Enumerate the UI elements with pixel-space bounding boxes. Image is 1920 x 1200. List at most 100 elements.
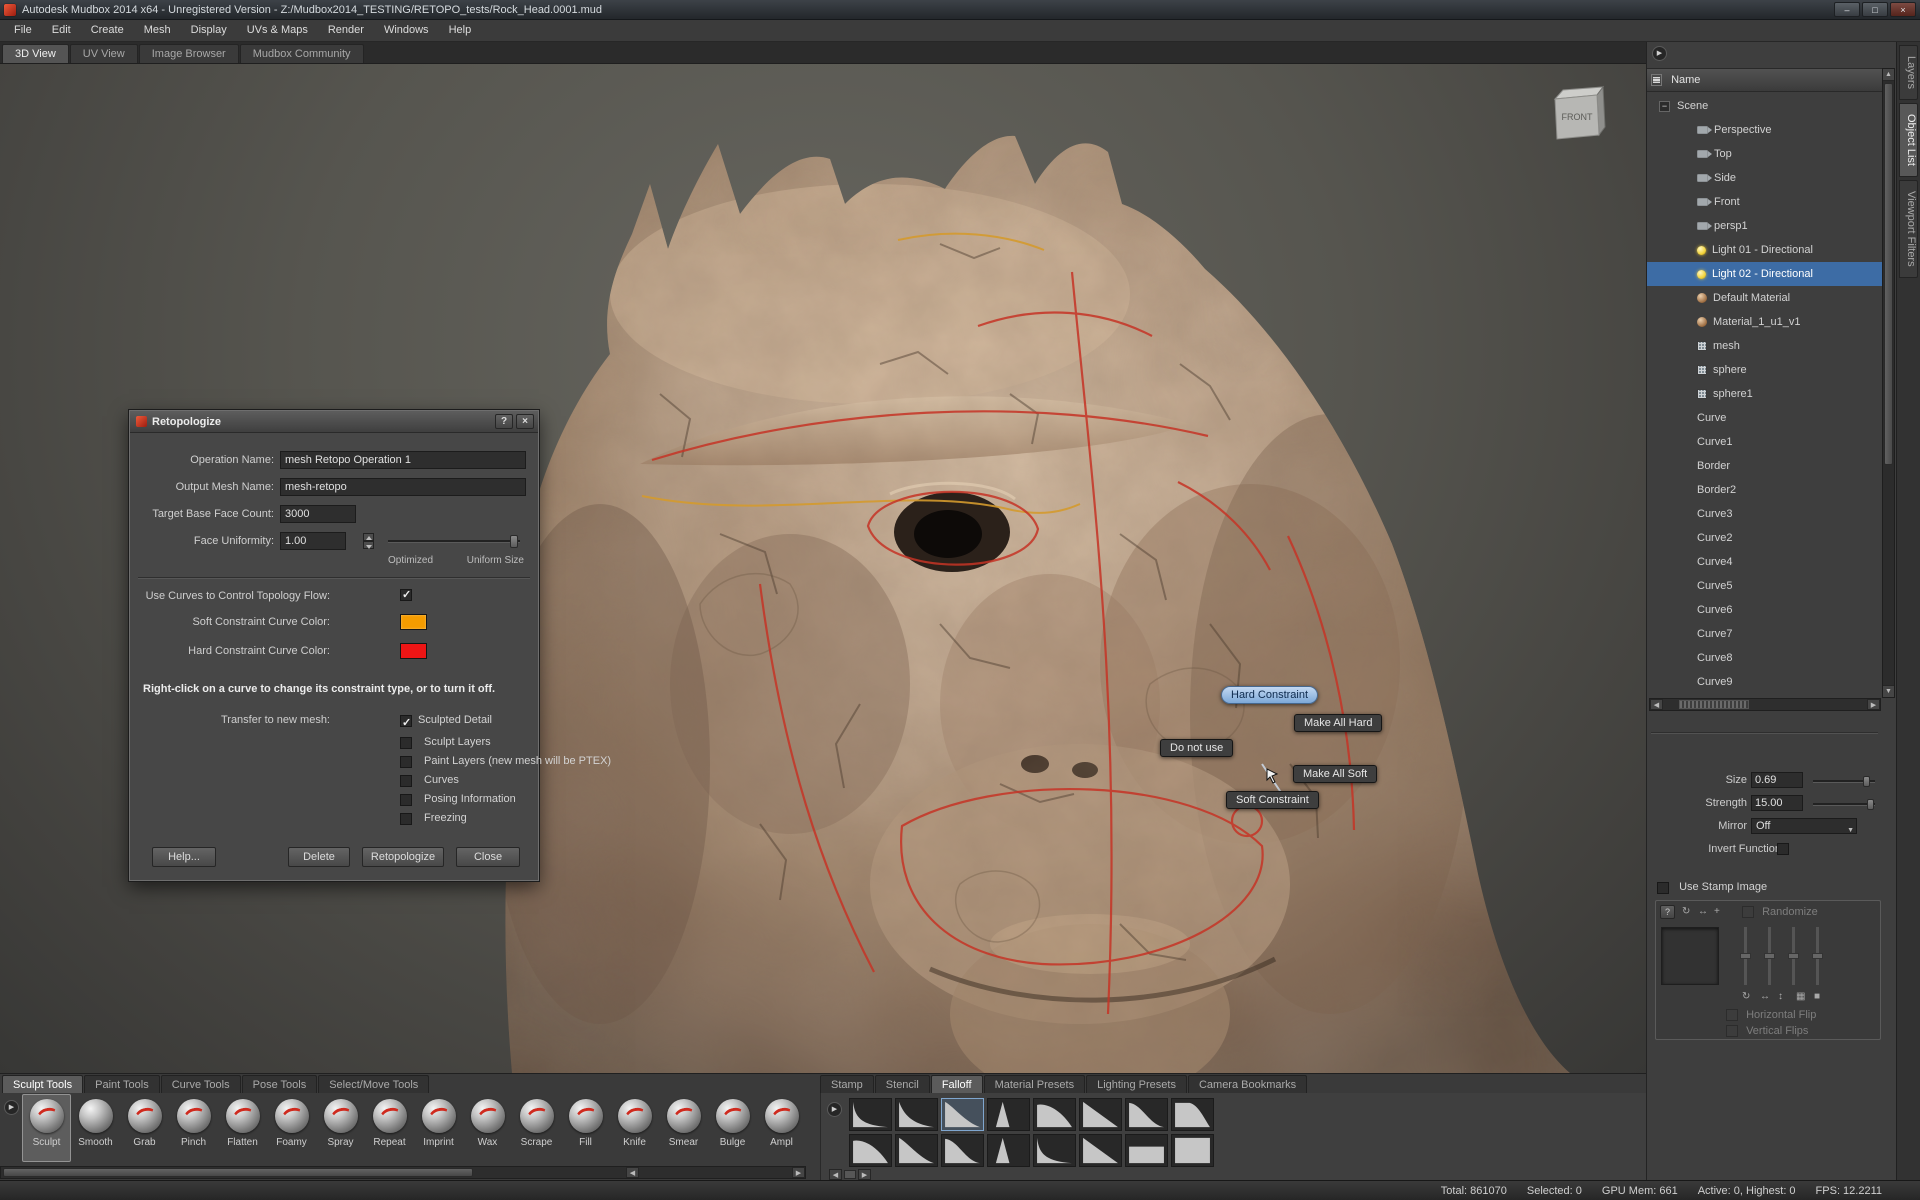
object-item-mesh[interactable]: mesh xyxy=(1647,334,1883,358)
tool-tab-pose-tools[interactable]: Pose Tools xyxy=(242,1075,318,1093)
preset-tab-camera-bookmarks[interactable]: Camera Bookmarks xyxy=(1188,1075,1307,1093)
horizontal-arrows-icon[interactable]: ↔ xyxy=(1698,906,1708,917)
target-face-count-field[interactable] xyxy=(280,505,356,523)
tool-wax[interactable]: Wax xyxy=(463,1094,512,1162)
object-item-sphere1[interactable]: sphere1 xyxy=(1647,382,1883,406)
falloff-preset-sharp-medium[interactable] xyxy=(895,1098,938,1131)
stamp-slider[interactable] xyxy=(1768,927,1771,985)
strength-field[interactable] xyxy=(1751,795,1803,811)
face-uniformity-stepper[interactable] xyxy=(363,533,374,549)
help-button[interactable]: Help... xyxy=(152,847,216,867)
slider-thumb[interactable] xyxy=(1788,953,1799,959)
preset-tab-stencil[interactable]: Stencil xyxy=(875,1075,930,1093)
slider-thumb[interactable] xyxy=(1863,776,1870,787)
preset-tab-stamp[interactable]: Stamp xyxy=(820,1075,874,1093)
object-item-curve8[interactable]: Curve8 xyxy=(1647,646,1883,670)
stamp-help-icon[interactable]: ? xyxy=(1660,905,1675,919)
tool-foamy[interactable]: Foamy xyxy=(267,1094,316,1162)
falloff-preset-sharp[interactable] xyxy=(849,1098,892,1131)
strength-slider[interactable] xyxy=(1813,803,1875,806)
menu-item-file[interactable]: File xyxy=(4,20,42,41)
move-icon[interactable]: + xyxy=(1714,906,1720,917)
panel-tab-object-list[interactable]: Object List xyxy=(1899,103,1918,177)
scroll-left-icon[interactable]: ◀ xyxy=(1650,699,1663,710)
tool-sculpt[interactable]: Sculpt xyxy=(22,1094,71,1162)
object-item-light-01-directional[interactable]: Light 01 - Directional xyxy=(1647,238,1883,262)
tool-smooth[interactable]: Smooth xyxy=(71,1094,120,1162)
preset-tab-lighting-presets[interactable]: Lighting Presets xyxy=(1086,1075,1187,1093)
falloff-preset-linear[interactable] xyxy=(1079,1134,1122,1167)
context-item-make-all-soft[interactable]: Make All Soft xyxy=(1293,765,1377,783)
menu-item-uvs-maps[interactable]: UVs & Maps xyxy=(237,20,318,41)
object-item-sphere[interactable]: sphere xyxy=(1647,358,1883,382)
menu-item-create[interactable]: Create xyxy=(81,20,134,41)
scrollbar-thumb[interactable] xyxy=(3,1168,473,1177)
retopologize-button[interactable]: Retopologize xyxy=(362,847,444,867)
randomize-checkbox[interactable] xyxy=(1742,906,1754,918)
refresh-icon[interactable]: ↻ xyxy=(1682,906,1690,917)
expander-icon[interactable]: − xyxy=(1659,101,1670,112)
object-item-light-02-directional[interactable]: Light 02 - Directional xyxy=(1647,262,1883,286)
object-item-curve4[interactable]: Curve4 xyxy=(1647,550,1883,574)
falloff-preset-dome[interactable] xyxy=(849,1134,892,1167)
object-item-side[interactable]: Side xyxy=(1647,166,1883,190)
vertical-arrows-icon[interactable]: ↕ xyxy=(1778,991,1783,1002)
menu-item-windows[interactable]: Windows xyxy=(374,20,439,41)
panel-tab-viewport-filters[interactable]: Viewport Filters xyxy=(1899,180,1918,278)
scrollbar-thumb[interactable] xyxy=(1884,83,1893,465)
falloff-collapse-icon[interactable]: ▶ xyxy=(827,1102,842,1117)
close-button[interactable]: × xyxy=(1890,2,1916,17)
object-item-curve1[interactable]: Curve1 xyxy=(1647,430,1883,454)
dialog-close-icon[interactable]: × xyxy=(516,414,534,429)
vertical-flip-checkbox[interactable] xyxy=(1726,1025,1738,1037)
object-item-persp1[interactable]: persp1 xyxy=(1647,214,1883,238)
checkbox-paint-layers-new-mesh-will-be-ptex[interactable] xyxy=(400,756,412,768)
falloff-preset-spike[interactable] xyxy=(987,1098,1030,1131)
use-stamp-image-checkbox[interactable] xyxy=(1657,882,1669,894)
falloff-preset-sharp[interactable] xyxy=(1033,1134,1076,1167)
tool-flatten[interactable]: Flatten xyxy=(218,1094,267,1162)
view-cube[interactable]: FRONT xyxy=(1545,83,1609,147)
falloff-preset-dome[interactable] xyxy=(1033,1098,1076,1131)
dialog-help-icon[interactable]: ? xyxy=(495,414,513,429)
horizontal-arrows-icon[interactable]: ↔ xyxy=(1760,991,1770,1002)
falloff-preset-flat[interactable] xyxy=(1125,1134,1168,1167)
tool-scrape[interactable]: Scrape xyxy=(512,1094,561,1162)
slider-thumb[interactable] xyxy=(510,535,518,548)
view-tab-mudbox-community[interactable]: Mudbox Community xyxy=(240,44,364,63)
object-item-border[interactable]: Border xyxy=(1647,454,1883,478)
face-uniformity-slider[interactable] xyxy=(388,540,520,543)
mirror-dropdown[interactable]: Off ▼ xyxy=(1751,818,1857,834)
falloff-preset-plateau[interactable] xyxy=(1171,1098,1214,1131)
scroll-right-icon[interactable]: ▶ xyxy=(858,1169,871,1180)
tray-collapse-icon[interactable]: ▶ xyxy=(4,1100,19,1115)
panel-tab-layers[interactable]: Layers xyxy=(1899,45,1918,100)
tool-tab-curve-tools[interactable]: Curve Tools xyxy=(161,1075,241,1093)
slider-thumb[interactable] xyxy=(1764,953,1775,959)
invert-function-checkbox[interactable] xyxy=(1777,843,1789,855)
tool-smear[interactable]: Smear xyxy=(659,1094,708,1162)
object-item-border2[interactable]: Border2 xyxy=(1647,478,1883,502)
menu-item-edit[interactable]: Edit xyxy=(42,20,81,41)
checkbox-sculpted-detail[interactable] xyxy=(400,715,412,727)
menu-item-display[interactable]: Display xyxy=(181,20,237,41)
view-tab-uv-view[interactable]: UV View xyxy=(70,44,138,63)
size-field[interactable] xyxy=(1751,772,1803,788)
tree-vertical-scrollbar[interactable]: ▲ ▼ xyxy=(1882,68,1895,698)
tool-imprint[interactable]: Imprint xyxy=(414,1094,463,1162)
panel-collapse-icon[interactable]: ▶ xyxy=(1652,46,1667,61)
hard-constraint-color-swatch[interactable] xyxy=(400,643,427,659)
preset-tab-material-presets[interactable]: Material Presets xyxy=(984,1075,1085,1093)
checkbox-posing-information[interactable] xyxy=(400,794,412,806)
falloff-preset-linear[interactable] xyxy=(1079,1098,1122,1131)
operation-name-field[interactable] xyxy=(280,451,526,469)
use-curves-checkbox[interactable] xyxy=(400,589,412,601)
object-item-scene[interactable]: −Scene xyxy=(1647,94,1883,118)
falloff-preset-solid[interactable] xyxy=(1171,1134,1214,1167)
object-list-header[interactable]: Name xyxy=(1647,68,1883,92)
scroll-left-icon[interactable]: ◀ xyxy=(829,1169,842,1180)
spinner-down-icon[interactable] xyxy=(363,541,374,549)
context-item-make-all-hard[interactable]: Make All Hard xyxy=(1294,714,1382,732)
scroll-right-icon[interactable]: ▶ xyxy=(792,1167,805,1178)
stamp-preview[interactable] xyxy=(1661,927,1719,985)
